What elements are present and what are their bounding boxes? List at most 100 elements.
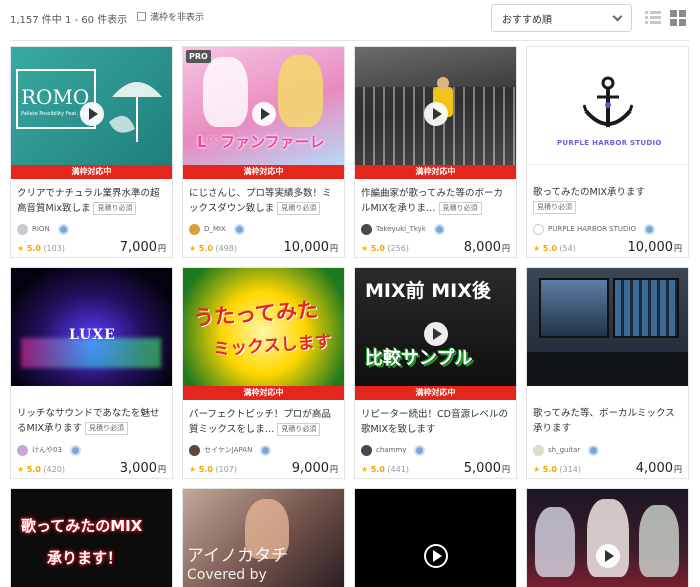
thumbnail-title-line1: アイノカタチ [187,546,289,566]
card-title[interactable]: パーフェクトピッチ！プロが高品質ミックスをしま… 見積り必須 [189,407,340,437]
seller[interactable]: chammy [361,444,426,456]
card-title[interactable]: リッチなサウンドであなたを魅せるMIX承ります 見積り必須 [17,406,168,436]
thumbnail-title-text: L♡ファンファーレ [197,133,325,151]
seller-name: sh_guitar [548,446,581,454]
service-card[interactable]: 歌ってみた等、ボーカルミックス承ります sh_guitar ★ 5.0 (314… [526,267,689,479]
availability-banner: 満枠対応中 [11,165,172,179]
hide-full-checkbox[interactable] [137,12,146,21]
play-icon[interactable] [424,544,448,568]
availability-banner: 満枠対応中 [355,386,516,400]
card-thumbnail[interactable] [527,489,688,587]
card-thumbnail[interactable]: PURPLE HARBOR STUDIO [527,47,688,165]
card-title[interactable]: 歌ってみた等、ボーカルミックス承ります [533,406,684,436]
hide-full-label: 満枠を非表示 [150,13,205,23]
rating: ★ 5.0 (314) [533,465,581,474]
thumbnail-top-text: MIX前 MIX後 [365,280,491,302]
play-icon[interactable] [424,102,448,126]
rating: ★ 5.0 (498) [189,244,237,253]
chevron-down-icon [612,11,623,21]
rating: ★ 5.0 (107) [189,465,237,474]
card-thumbnail[interactable]: アイノカタチ Covered by [183,489,344,587]
card-thumbnail[interactable]: 歌ってみたのMIX 承ります！ [11,489,172,587]
availability-banner: 満枠対応中 [183,386,344,400]
card-thumbnail[interactable]: MIX前 MIX後 比較サンプル [355,268,516,386]
service-card[interactable]: 満枠対応中 作編曲家が歌ってみた等のボーカルMIXを承りま… 見積り必須 Take… [354,46,517,258]
service-card[interactable]: ROMO Pallete Possibility Feat. Sumi 満枠対応… [10,46,173,258]
seller[interactable]: けんや03 [17,444,81,456]
results-toolbar: 1,157 件中 1 - 60 件表示 満枠を非表示 おすすめ順 [0,0,700,40]
price: 4,000円 [635,461,682,476]
quote-required-tag: 見積り必須 [533,201,576,214]
seller[interactable]: セイケンJAPAN [189,444,272,456]
rank-badge-icon [57,223,69,235]
thumbnail-logo-text: LUXE [69,327,116,343]
star-icon: ★ [17,244,25,253]
service-card[interactable]: アイノカタチ Covered by [182,488,345,587]
rank-badge-icon [588,444,600,456]
price: 10,000円 [627,240,683,255]
play-icon[interactable] [596,544,620,568]
star-icon: ★ [533,465,541,474]
price: 9,000円 [291,461,338,476]
card-thumbnail[interactable]: PRO L♡ファンファーレ [183,47,344,165]
card-thumbnail[interactable] [527,268,688,386]
seller-name: PURPLE HARBOR STUDIO [548,225,636,233]
service-card[interactable]: うたってみた ミックスします 満枠対応中 パーフェクトピッチ！プロが高品質ミック… [182,267,345,479]
service-card[interactable] [354,488,517,587]
seller[interactable]: sh_guitar [533,444,600,456]
grid-view-icon[interactable] [670,10,686,26]
star-icon: ★ [361,244,369,253]
service-card[interactable]: MIX前 MIX後 比較サンプル 満枠対応中 リピーター続出！CD音源レベルの歌… [354,267,517,479]
service-card[interactable] [526,488,689,587]
price: 3,000円 [119,461,166,476]
sort-select[interactable]: おすすめ順 [491,4,632,32]
studio-logo-text: PURPLE HARBOR STUDIO [557,139,662,147]
seller[interactable]: Takeyuki_Tkyk [361,223,445,235]
seller-name: RION [32,225,50,233]
play-icon[interactable] [424,322,448,346]
avatar [533,223,544,235]
service-card[interactable]: 歌ってみたのMIX 承ります！ [10,488,173,587]
seller[interactable]: D_MIX [189,223,245,235]
rank-badge-icon [643,223,655,235]
card-title[interactable]: クリアでナチュラル業界水準の超高音質Mix致しま 見積り必須 [17,186,168,216]
service-card[interactable]: PRO L♡ファンファーレ 満枠対応中 にじさんじ、プロ等実績多数！ミックスダウ… [182,46,345,258]
service-card[interactable]: PURPLE HARBOR STUDIO 歌ってみたのMIX承ります 見積り必須 … [526,46,689,258]
seller[interactable]: PURPLE HARBOR STUDIO [533,223,655,235]
card-thumbnail[interactable]: うたってみた ミックスします [183,268,344,386]
avatar [189,223,200,235]
service-card[interactable]: LUXE リッチなサウンドであなたを魅せるMIX承ります 見積り必須 けんや03 … [10,267,173,479]
play-icon[interactable] [252,102,276,126]
card-thumbnail[interactable]: LUXE [11,268,172,386]
avatar [533,444,544,456]
star-icon: ★ [533,244,541,253]
rank-badge-icon [414,444,426,456]
card-thumbnail[interactable] [355,47,516,165]
card-title[interactable]: 歌ってみたのMIX承ります 見積り必須 [533,185,684,215]
thumbnail-title-line2: 承ります！ [47,549,123,567]
list-view-icon[interactable] [645,10,661,26]
quote-required-tag: 見積り必須 [438,202,482,215]
card-title[interactable]: 作編曲家が歌ってみた等のボーカルMIXを承りま… 見積り必須 [361,186,512,216]
pro-badge: PRO [186,50,211,63]
avatar [17,444,28,456]
play-icon[interactable] [80,102,104,126]
price: 7,000円 [119,240,166,255]
seller[interactable]: RION [17,223,69,235]
quote-required-tag: 見積り必須 [93,202,137,215]
card-title[interactable]: にじさんじ、プロ等実績多数！ミックスダウン致しま 見積り必須 [189,186,340,216]
quote-required-tag: 見積り必須 [85,422,129,435]
seller-name: chammy [376,446,407,454]
price: 10,000円 [283,240,339,255]
star-icon: ★ [361,465,369,474]
toolbar-divider [10,40,690,41]
result-count: 1,157 件中 1 - 60 件表示 [10,15,128,26]
star-icon: ★ [189,465,197,474]
hide-full-toggle[interactable]: 満枠を非表示 [137,10,204,23]
rating: ★ 5.0 (54) [533,244,576,253]
card-title[interactable]: リピーター続出！CD音源レベルの歌MIXを致します [361,407,512,437]
rank-badge-icon [233,223,245,235]
card-thumbnail[interactable]: ROMO Pallete Possibility Feat. Sumi [11,47,172,165]
card-thumbnail[interactable] [355,489,516,587]
rating: ★ 5.0 (256) [361,244,409,253]
